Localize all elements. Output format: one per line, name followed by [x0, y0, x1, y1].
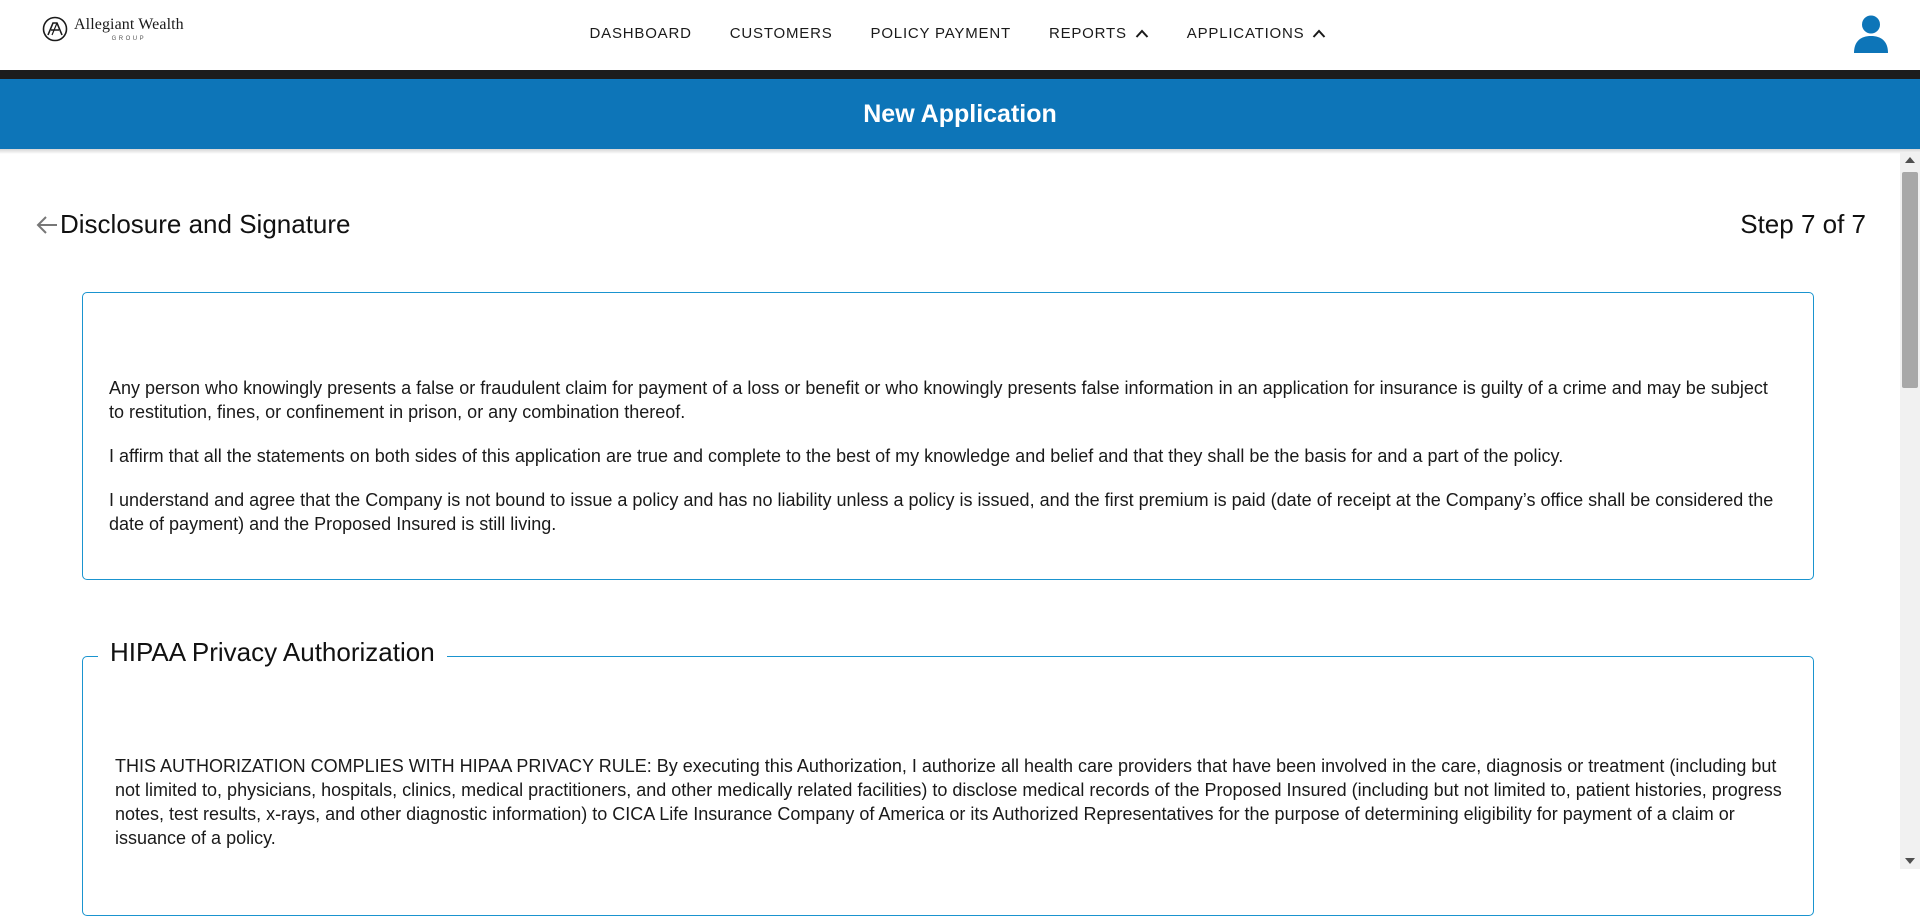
nav-reports[interactable]: REPORTS: [1049, 25, 1149, 42]
nav-policy-payment[interactable]: POLICY PAYMENT: [871, 25, 1011, 42]
banner-shadow: [0, 149, 1920, 154]
section-title: Disclosure and Signature: [60, 209, 351, 239]
nav-dashboard[interactable]: DASHBOARD: [590, 25, 692, 42]
disclosure-paragraph: I affirm that all the statements on both…: [109, 446, 1564, 466]
page-title: New Application: [863, 99, 1057, 128]
brand-logo[interactable]: Allegiant Wealth GROUP: [42, 16, 184, 42]
scroll-down-icon[interactable]: [1905, 858, 1915, 864]
nav-customers-label: CUSTOMERS: [729, 24, 833, 42]
nav-applications-label: APPLICATIONS: [1186, 24, 1305, 42]
user-icon[interactable]: [1852, 14, 1890, 54]
hipaa-title: HIPAA Privacy Authorization: [98, 637, 447, 668]
hipaa-panel: HIPAA Privacy Authorization THIS AUTHORI…: [82, 637, 1814, 916]
logo-mark-icon: [42, 16, 68, 42]
nav-customers[interactable]: CUSTOMERS: [730, 25, 833, 42]
brand-text: Allegiant Wealth GROUP: [74, 15, 184, 42]
main-menu: DASHBOARD CUSTOMERS POLICY PAYMENT REPOR…: [0, 0, 1920, 70]
scroll-up-icon[interactable]: [1905, 157, 1915, 163]
step-progress: Step 7 of 7: [1740, 209, 1866, 239]
chevron-up-icon: [1135, 29, 1149, 38]
brand-name: Allegiant Wealth: [74, 15, 184, 33]
back-arrow-icon[interactable]: [36, 214, 58, 236]
nav-dashboard-label: DASHBOARD: [589, 24, 692, 42]
page-banner: New Application: [0, 79, 1920, 149]
nav-policy-payment-label: POLICY PAYMENT: [870, 24, 1011, 42]
chevron-up-icon: [1313, 29, 1326, 38]
nav-reports-label: REPORTS: [1048, 24, 1127, 42]
page-scrollbar[interactable]: [1900, 152, 1920, 869]
nav-applications[interactable]: APPLICATIONS: [1187, 25, 1327, 42]
disclosure-paragraph: I understand and agree that the Company …: [109, 490, 1774, 534]
disclosure-panel: Any person who knowingly presents a fals…: [82, 292, 1814, 580]
hipaa-text: THIS AUTHORIZATION COMPLIES WITH HIPAA P…: [115, 756, 1782, 848]
brand-sub: GROUP: [111, 35, 147, 42]
scroll-thumb[interactable]: [1902, 172, 1918, 388]
disclosure-paragraph: Any person who knowingly presents a fals…: [109, 378, 1768, 422]
top-navigation: Allegiant Wealth GROUP DASHBOARD CUSTOME…: [0, 0, 1920, 79]
